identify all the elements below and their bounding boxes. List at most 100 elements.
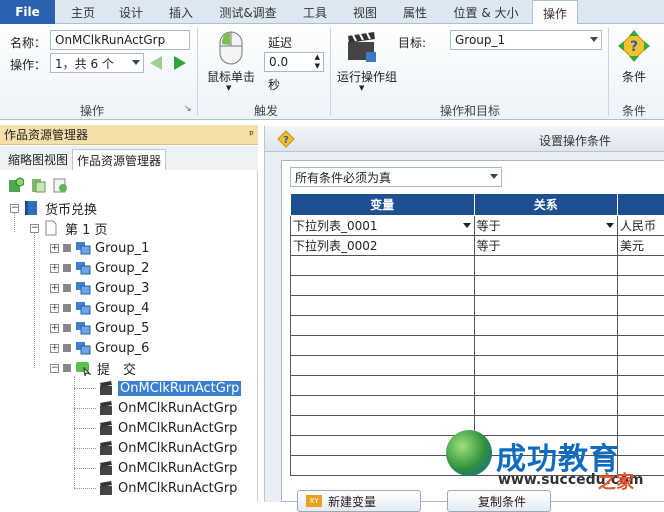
- empty-cell[interactable]: [474, 376, 617, 396]
- condition-label[interactable]: 条件: [622, 68, 646, 85]
- tree-page[interactable]: − 第 1 页: [30, 218, 108, 238]
- relation-cell[interactable]: 等于: [474, 236, 617, 256]
- collapse-icon[interactable]: −: [30, 224, 39, 233]
- delay-input[interactable]: 0.0 ▲▼: [264, 52, 324, 72]
- tree-group[interactable]: + Group_1: [50, 238, 149, 258]
- empty-cell[interactable]: [291, 296, 475, 316]
- tree-action[interactable]: OnMClkRunActGrp: [98, 398, 237, 418]
- relation-select[interactable]: 等于: [474, 216, 617, 236]
- expand-icon[interactable]: +: [50, 344, 59, 353]
- run-group-label[interactable]: 运行操作组: [337, 68, 397, 85]
- empty-cell[interactable]: [291, 376, 475, 396]
- tree-group[interactable]: + Group_2: [50, 258, 149, 278]
- mouse-icon[interactable]: [218, 30, 244, 66]
- empty-cell[interactable]: [474, 356, 617, 376]
- spinner-icon[interactable]: ▲▼: [315, 53, 320, 71]
- variable-select[interactable]: 下拉列表_0001: [291, 216, 475, 236]
- expand-icon[interactable]: +: [50, 264, 59, 273]
- name-field[interactable]: OnMClkRunActGrp: [50, 30, 190, 50]
- tree-action[interactable]: OnMClkRunActGrp: [98, 478, 237, 498]
- variable-cell[interactable]: 下拉列表_0002: [291, 236, 475, 256]
- empty-cell[interactable]: [291, 316, 475, 336]
- tab-home[interactable]: 主页: [58, 0, 108, 24]
- tree-root[interactable]: − 货币兑换: [10, 198, 97, 218]
- visibility-icon[interactable]: [63, 304, 71, 312]
- collapse-icon[interactable]: −: [10, 204, 19, 213]
- expand-icon[interactable]: +: [50, 324, 59, 333]
- tab-design[interactable]: 设计: [108, 0, 154, 24]
- empty-cell[interactable]: [291, 356, 475, 376]
- empty-cell[interactable]: [618, 376, 664, 396]
- tree-action[interactable]: OnMClkRunActGrp: [98, 438, 237, 458]
- tree-group[interactable]: + Group_5: [50, 318, 149, 338]
- condition-mode-select[interactable]: 所有条件必须为真: [290, 167, 502, 187]
- new-variable-button[interactable]: XY 新建变量: [297, 490, 421, 512]
- collapse-icon[interactable]: −: [50, 364, 59, 373]
- empty-cell[interactable]: [291, 396, 475, 416]
- tab-position-size[interactable]: 位置 & 大小: [446, 0, 526, 24]
- tree-group[interactable]: + Group_6: [50, 338, 149, 358]
- tree-action[interactable]: OnMClkRunActGrp: [98, 418, 237, 438]
- empty-cell[interactable]: [618, 256, 664, 276]
- visibility-icon[interactable]: [63, 244, 71, 252]
- empty-cell[interactable]: [618, 416, 664, 436]
- copy-condition-button[interactable]: 复制条件: [447, 490, 551, 512]
- tab-test-survey[interactable]: 测试&调查: [212, 0, 284, 24]
- empty-cell[interactable]: [474, 396, 617, 416]
- empty-cell[interactable]: [474, 316, 617, 336]
- prev-action-icon[interactable]: [150, 56, 162, 70]
- tree-group[interactable]: + Group_4: [50, 298, 149, 318]
- add-group-icon[interactable]: [30, 177, 46, 193]
- empty-cell[interactable]: [474, 276, 617, 296]
- tree-action[interactable]: OnMClkRunActGrp: [98, 458, 237, 478]
- expand-icon[interactable]: +: [50, 284, 59, 293]
- tree-submit[interactable]: − 提 交: [50, 358, 136, 378]
- empty-cell[interactable]: [291, 256, 475, 276]
- visibility-icon[interactable]: [63, 344, 71, 352]
- empty-cell[interactable]: [474, 296, 617, 316]
- tab-properties[interactable]: 属性: [392, 0, 438, 24]
- chevron-down-icon[interactable]: ▼: [359, 84, 364, 92]
- tab-action[interactable]: 操作: [532, 0, 578, 25]
- empty-cell[interactable]: [618, 436, 664, 456]
- empty-cell[interactable]: [291, 416, 475, 436]
- target-select[interactable]: Group_1: [450, 30, 602, 50]
- tab-file[interactable]: File: [0, 0, 55, 24]
- tree-action[interactable]: OnMClkRunActGrp: [98, 378, 241, 398]
- add-item-icon[interactable]: [52, 177, 68, 193]
- visibility-icon[interactable]: [63, 284, 71, 292]
- empty-cell[interactable]: [618, 336, 664, 356]
- empty-cell[interactable]: [618, 396, 664, 416]
- tree-group[interactable]: + Group_3: [50, 278, 149, 298]
- empty-cell[interactable]: [618, 316, 664, 336]
- next-action-icon[interactable]: [174, 56, 186, 70]
- tab-insert[interactable]: 插入: [158, 0, 204, 24]
- empty-cell[interactable]: [291, 336, 475, 356]
- empty-cell[interactable]: [618, 356, 664, 376]
- empty-cell[interactable]: [291, 276, 475, 296]
- chevron-down-icon[interactable]: ▼: [226, 84, 231, 92]
- op-select[interactable]: 1，共 6 个: [50, 53, 144, 73]
- expand-icon[interactable]: +: [50, 304, 59, 313]
- tab-explorer[interactable]: 作品资源管理器: [72, 149, 166, 170]
- visibility-icon[interactable]: [63, 264, 71, 272]
- tab-tools[interactable]: 工具: [292, 0, 338, 24]
- value-cell[interactable]: 美元: [618, 236, 664, 256]
- clapperboard-icon[interactable]: [346, 30, 378, 64]
- empty-cell[interactable]: [474, 336, 617, 356]
- visibility-icon[interactable]: [63, 324, 71, 332]
- condition-icon[interactable]: ?: [618, 30, 650, 64]
- empty-cell[interactable]: [618, 296, 664, 316]
- mouse-click-label[interactable]: 鼠标单击: [207, 68, 255, 85]
- value-cell[interactable]: 人民币: [618, 216, 664, 236]
- empty-cell[interactable]: [618, 276, 664, 296]
- empty-cell[interactable]: [474, 416, 617, 436]
- dialog-launcher-icon[interactable]: ↘: [184, 104, 192, 114]
- pin-icon[interactable]: ᵖ: [249, 128, 254, 141]
- tab-thumbnail[interactable]: 缩略图视图: [4, 149, 72, 170]
- add-page-icon[interactable]: [8, 177, 24, 193]
- empty-cell[interactable]: [474, 256, 617, 276]
- expand-icon[interactable]: +: [50, 244, 59, 253]
- tab-view[interactable]: 视图: [342, 0, 388, 24]
- visibility-icon[interactable]: [63, 364, 71, 372]
